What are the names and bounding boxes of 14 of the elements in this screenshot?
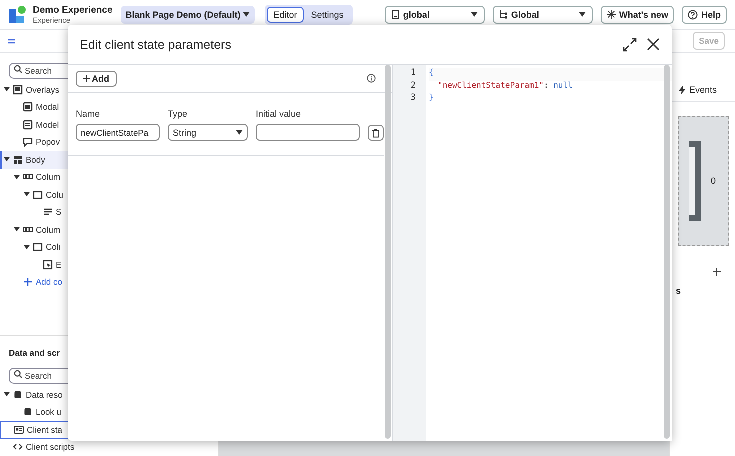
value-text: 0	[710, 176, 716, 186]
field-label: Type	[168, 109, 189, 119]
line-number: 3	[410, 93, 417, 105]
code-line: {	[429, 68, 434, 79]
modal-title: Edit client state parameters	[80, 38, 232, 52]
line-number: 2	[410, 80, 417, 92]
field-label: Name	[76, 109, 102, 119]
section-label: s	[676, 286, 682, 296]
code-line: "newClientStateParam1": null	[438, 80, 573, 92]
line-number: 1	[410, 68, 417, 80]
field-label: Initial value	[256, 109, 302, 119]
section-title: Data and scr	[8, 348, 62, 358]
code-line: }	[429, 93, 434, 104]
app-title: Demo Experience	[33, 4, 113, 16]
